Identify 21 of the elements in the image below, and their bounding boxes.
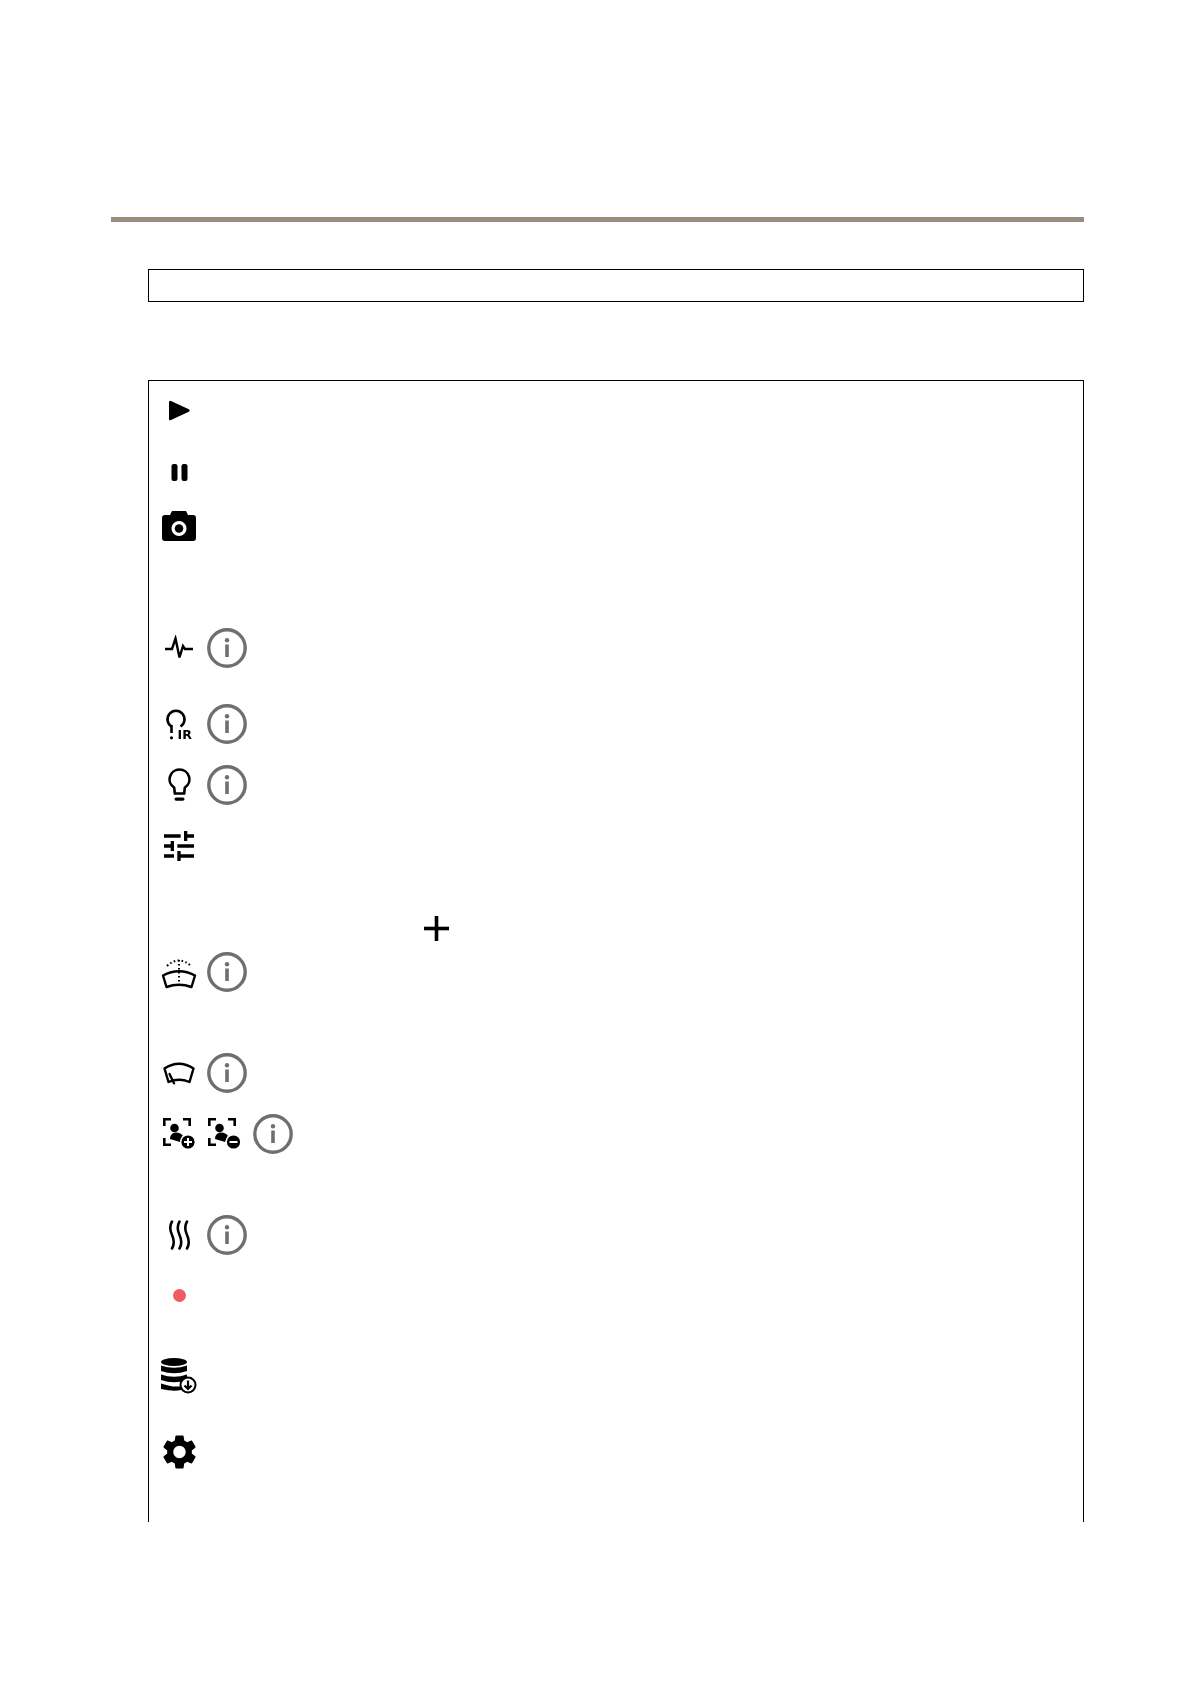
info-icon <box>207 1053 247 1093</box>
sliders-icon <box>164 831 194 861</box>
play-icon <box>168 399 190 421</box>
camera-icon <box>162 511 196 541</box>
info-icon <box>207 765 247 805</box>
info-icon <box>207 704 247 744</box>
settings-icon <box>162 1435 196 1469</box>
focus-plus-icon <box>162 1118 196 1150</box>
windshield-wiper-icon <box>163 1061 195 1085</box>
info-icon <box>207 628 247 668</box>
info-icon <box>207 952 247 992</box>
plus-icon <box>423 915 449 941</box>
pulse-icon <box>165 635 193 661</box>
pause-icon <box>170 463 188 481</box>
heat-waves-icon <box>166 1220 192 1250</box>
database-download-icon <box>161 1358 197 1394</box>
dot-icon <box>172 1288 186 1302</box>
focus-minus-icon <box>208 1118 242 1150</box>
info-icon <box>207 1215 247 1255</box>
info-icon <box>253 1114 293 1154</box>
lightbulb-icon <box>167 768 191 802</box>
